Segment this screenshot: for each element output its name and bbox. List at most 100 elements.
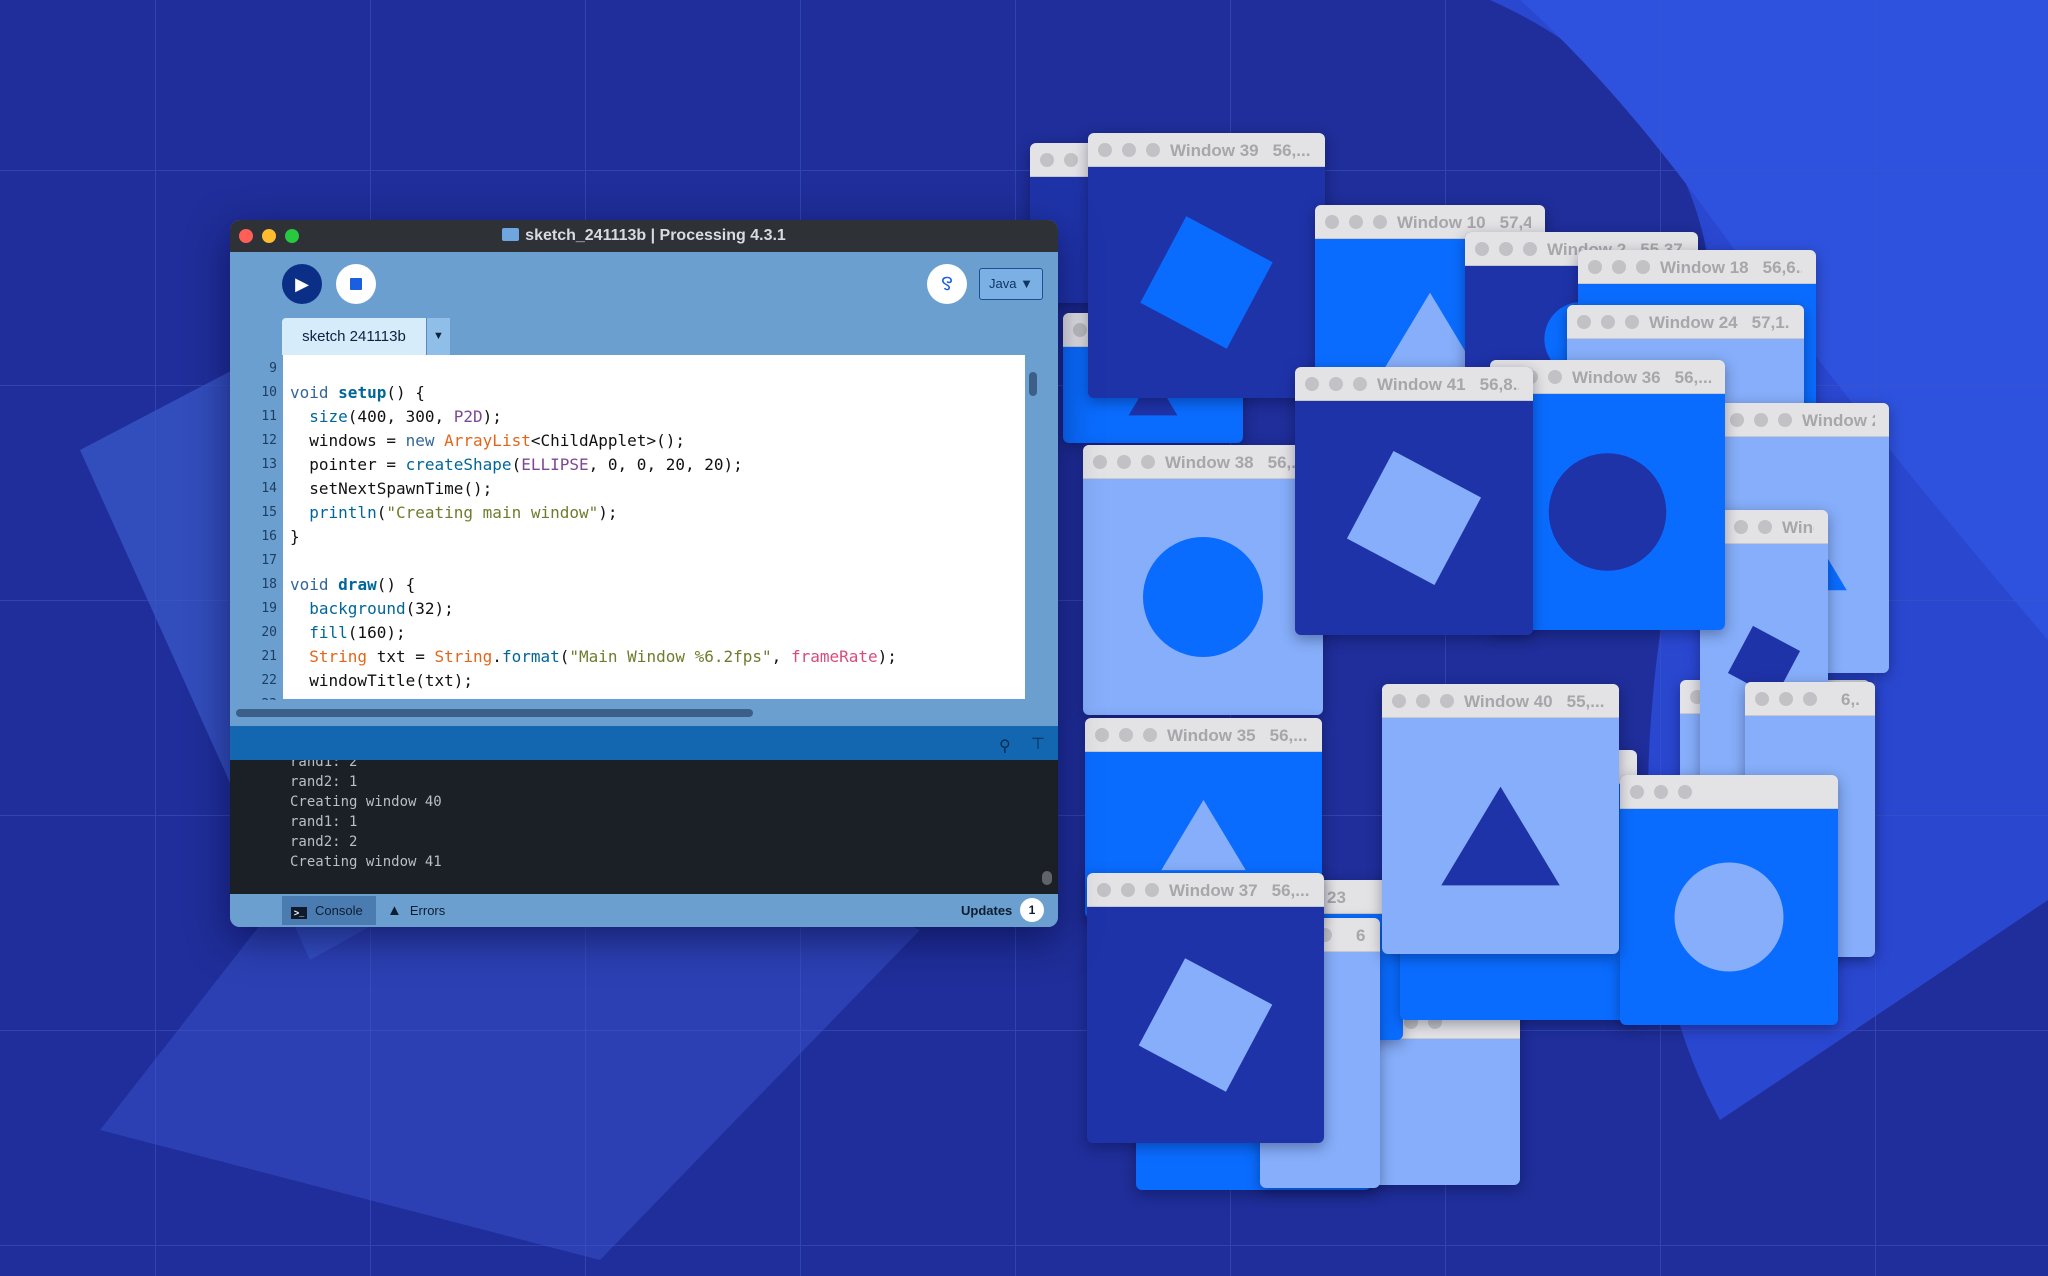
code-line[interactable]: windowTitle(txt); [290,669,473,693]
code-line[interactable]: } [290,525,300,549]
window-title-bar[interactable]: Window 24 57,1... [1567,305,1804,339]
child-window[interactable] [1620,775,1838,1025]
traffic-light-button[interactable] [1499,241,1513,256]
traffic-light-button[interactable] [1040,152,1054,167]
window-title-bar[interactable]: Window 40 55,... [1382,684,1619,718]
traffic-light-button[interactable] [1095,727,1109,742]
window-title-bar[interactable]: Window 2955,... [1720,403,1889,437]
code-line[interactable]: windows = new ArrayList<ChildApplet>(); [290,429,685,453]
traffic-light-button[interactable] [1778,412,1792,427]
window-title-bar[interactable]: Window 41 56,8... [1295,367,1533,401]
child-window[interactable]: Window 38 56,... [1083,445,1323,715]
traffic-light-button[interactable] [1601,314,1615,329]
window-title-bar[interactable]: Window 39 56,... [1088,133,1325,167]
vertical-scroll-thumb[interactable] [1029,372,1037,396]
child-window[interactable]: Window 40 55,... [1382,684,1619,954]
traffic-light-button[interactable] [1440,693,1454,708]
traffic-light-button[interactable] [1146,142,1160,157]
traffic-light-button[interactable] [1625,314,1639,329]
window-name: Window 41 [1377,375,1466,394]
vertical-scrollbar[interactable] [1027,355,1049,699]
processing-ide-window[interactable]: sketch_241113b | Processing 4.3.1 ▶ ꯱ Ja… [230,220,1058,927]
traffic-light-button[interactable] [1588,259,1602,274]
console-scroll-thumb[interactable] [1042,871,1052,885]
window-title-bar[interactable]: Window 35 56,... [1085,718,1322,752]
horizontal-scroll-thumb[interactable] [236,709,753,717]
traffic-light-button[interactable] [1392,693,1406,708]
window-canvas [1620,809,1838,1025]
traffic-light-button[interactable] [1734,519,1748,534]
window-title-bar[interactable]: 6,... [1745,682,1875,716]
traffic-light-button[interactable] [1373,214,1387,229]
stop-button[interactable] [336,264,376,304]
window-title-bar[interactable]: Window 18 56,6... [1578,250,1816,284]
traffic-light-button[interactable] [1475,241,1489,256]
traffic-light-button[interactable] [1349,214,1363,229]
run-button[interactable]: ▶ [282,264,322,304]
traffic-light-button[interactable] [1612,259,1626,274]
traffic-light-button[interactable] [1416,693,1430,708]
traffic-light-button[interactable] [1636,259,1650,274]
console-output[interactable]: rand1: 2 rand2: 1 Creating window 40 rand1:… [230,760,1058,894]
traffic-light-button[interactable] [1073,322,1087,337]
ide-title-bar[interactable]: sketch_241113b | Processing 4.3.1 [230,220,1058,252]
traffic-light-button[interactable] [1754,412,1768,427]
traffic-light-button[interactable] [1325,214,1339,229]
search-icon[interactable]: ⚲ [999,736,1011,756]
traffic-light-button[interactable] [1097,882,1111,897]
code-line[interactable]: pointer = createShape(ELLIPSE, 0, 0, 20,… [290,453,743,477]
traffic-light-button[interactable] [1654,784,1668,799]
mode-selector[interactable]: Java ▼ [979,268,1043,300]
code-line[interactable]: void setup() { [290,381,425,405]
window-name: Window 39 [1170,141,1259,160]
ide-toolbar: ▶ ꯱ Java ▼ [230,252,1058,312]
traffic-light-button[interactable] [1141,454,1155,469]
code-line[interactable]: background(32); [290,597,454,621]
traffic-light-button[interactable] [1755,691,1769,706]
tab-sketch[interactable]: sketch 241113b [282,318,426,355]
traffic-light-button[interactable] [1353,376,1367,391]
traffic-light-button[interactable] [1305,376,1319,391]
traffic-light-button[interactable] [1678,784,1692,799]
debug-button[interactable]: ꯱ [927,264,967,304]
updates-count-badge[interactable]: 1 [1020,898,1044,922]
code-line[interactable]: void draw() { [290,573,415,597]
code-line[interactable]: println("Creating main window"); [290,501,617,525]
traffic-light-button[interactable] [1758,519,1772,534]
traffic-light-button[interactable] [1577,314,1591,329]
code-editor[interactable]: void setup() { size(400, 300, P2D); wind… [283,355,1025,699]
traffic-light-button[interactable] [1803,691,1817,706]
traffic-light-button[interactable] [1779,691,1793,706]
traffic-light-button[interactable] [1121,882,1135,897]
child-window[interactable]: Window 41 56,8... [1295,367,1533,635]
window-title-bar[interactable] [1620,775,1838,809]
code-line[interactable]: fill(160); [290,621,405,645]
window-title-bar[interactable]: Window 38 56,... [1083,445,1323,479]
child-window[interactable]: Window 39 56,... [1088,133,1325,398]
child-window[interactable]: Window 37 56,... [1087,873,1324,1143]
code-line[interactable]: String txt = String.format("Main Window … [290,645,897,669]
line-number: 11 [261,409,277,424]
updates-label[interactable]: Updates [961,903,1012,918]
traffic-light-button[interactable] [1119,727,1133,742]
traffic-light-button[interactable] [1630,784,1644,799]
traffic-light-button[interactable] [1145,882,1159,897]
window-title-bar[interactable]: Window 37 56,... [1087,873,1324,907]
tab-errors[interactable]: ▲ Errors [387,896,445,925]
code-line[interactable]: setNextSpawnTime(); [290,477,492,501]
traffic-light-button[interactable] [1093,454,1107,469]
tab-console[interactable]: >_ Console [282,896,376,925]
traffic-light-button[interactable] [1122,142,1136,157]
tab-menu-button[interactable]: ▼ [426,318,450,355]
traffic-light-button[interactable] [1730,412,1744,427]
traffic-light-button[interactable] [1548,369,1562,384]
code-line[interactable]: size(400, 300, P2D); [290,405,502,429]
traffic-light-button[interactable] [1143,727,1157,742]
clear-console-icon[interactable]: ⊤ [1031,734,1045,754]
traffic-light-button[interactable] [1329,376,1343,391]
traffic-light-button[interactable] [1064,152,1078,167]
traffic-light-button[interactable] [1523,241,1537,256]
traffic-light-button[interactable] [1117,454,1131,469]
traffic-light-button[interactable] [1098,142,1112,157]
window-title: Window 36 56,... [1572,368,1711,388]
